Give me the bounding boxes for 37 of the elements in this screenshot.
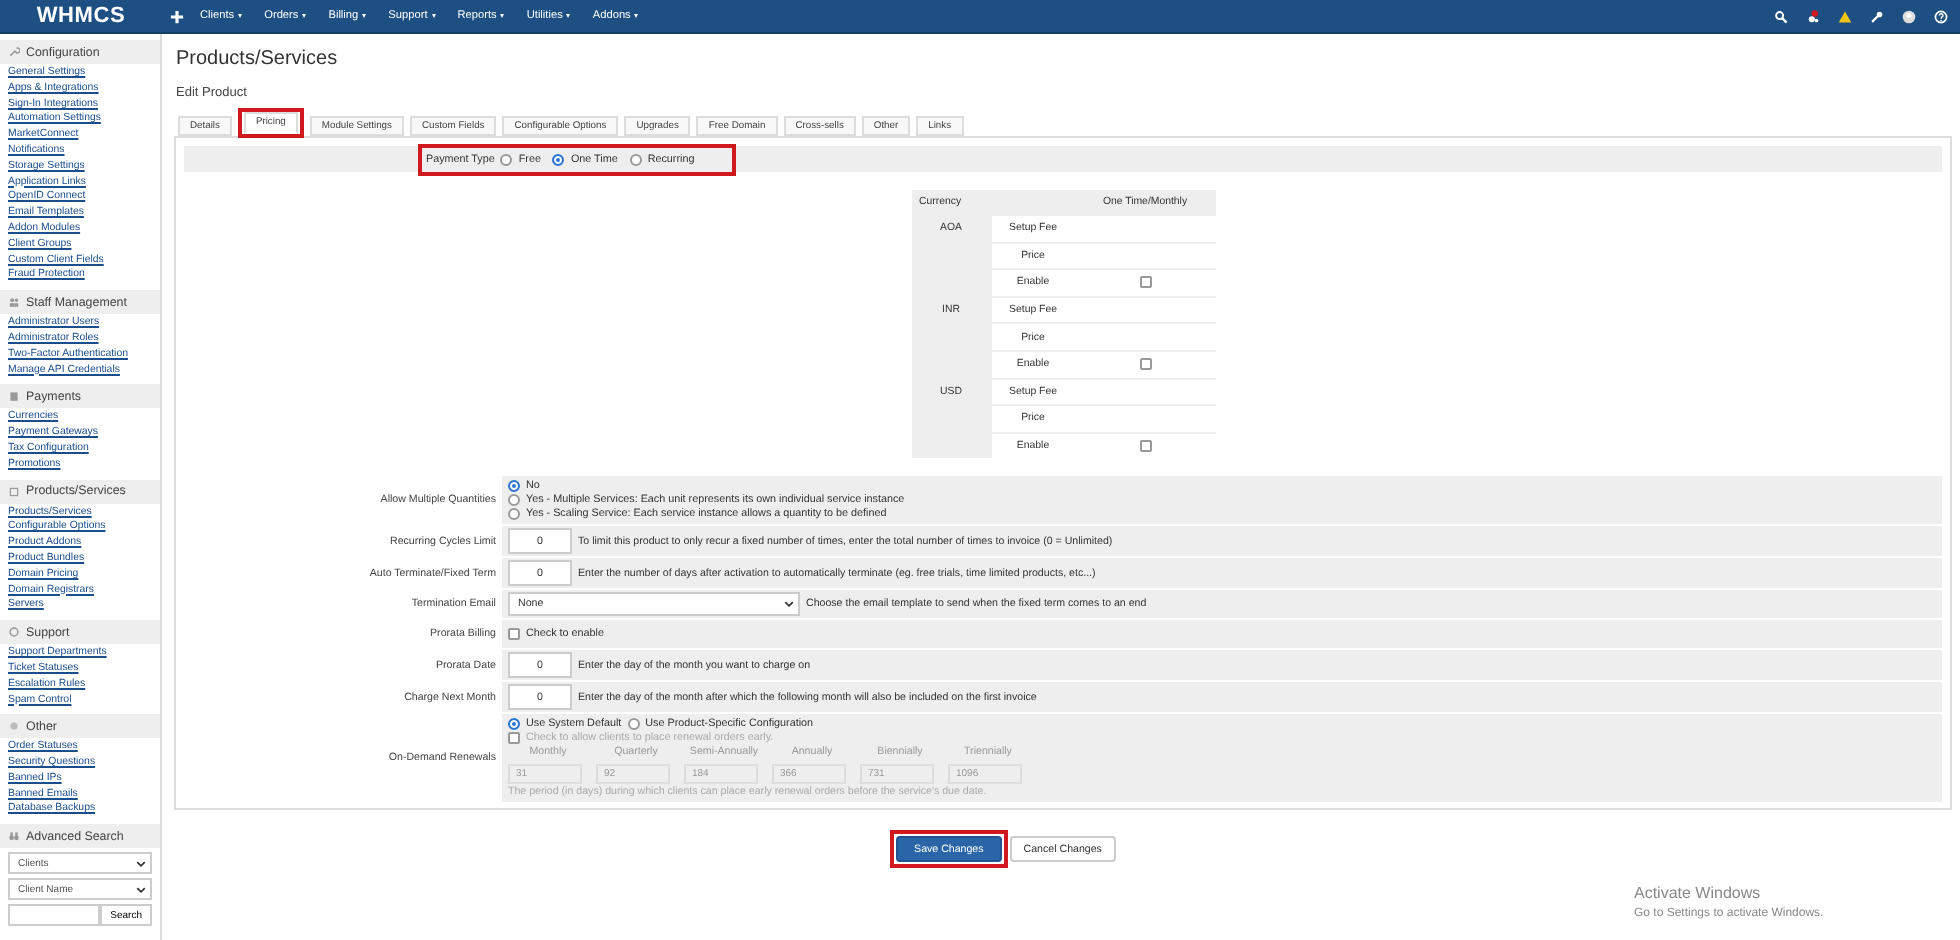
radio-button[interactable] [508,508,520,521]
binoculars-icon [8,830,20,843]
lifebuoy-icon [8,626,20,639]
caret-icon [302,14,307,18]
chevron-down-icon [784,600,794,609]
box-icon [8,485,20,498]
chevron-down-icon [136,885,146,894]
caret-icon [634,14,639,18]
search-field[interactable] [8,904,101,927]
wrench-icon[interactable] [1870,9,1884,23]
help-icon[interactable] [1934,9,1948,23]
caret-icon [362,14,367,18]
search-icon[interactable] [1774,9,1788,23]
wrench-icon [8,46,20,58]
logo[interactable]: WHMCS [0,4,162,28]
caret-icon [566,14,571,18]
avatar-icon[interactable] [1902,9,1916,23]
activation-notice-title: Activate Windows [1634,884,1763,902]
page-title: Products/Services [176,48,340,70]
caret-icon [500,14,505,18]
radio-button[interactable] [629,153,642,165]
chevron-down-icon [136,859,146,868]
gears-icon[interactable] [1806,9,1820,23]
checkbox[interactable] [1139,439,1151,452]
caret-icon [238,14,243,18]
radio-button[interactable] [500,153,513,165]
radio-button[interactable] [508,480,520,493]
checkbox[interactable] [1139,276,1151,289]
caret-icon [431,14,436,18]
radio-button[interactable] [552,153,565,165]
circle-icon [8,720,20,733]
checkbox[interactable] [508,628,520,641]
plus-icon [170,9,184,23]
warning-icon[interactable] [1838,9,1852,23]
checkbox[interactable] [1139,358,1151,371]
radio-button[interactable] [508,494,520,507]
users-icon [8,296,20,309]
